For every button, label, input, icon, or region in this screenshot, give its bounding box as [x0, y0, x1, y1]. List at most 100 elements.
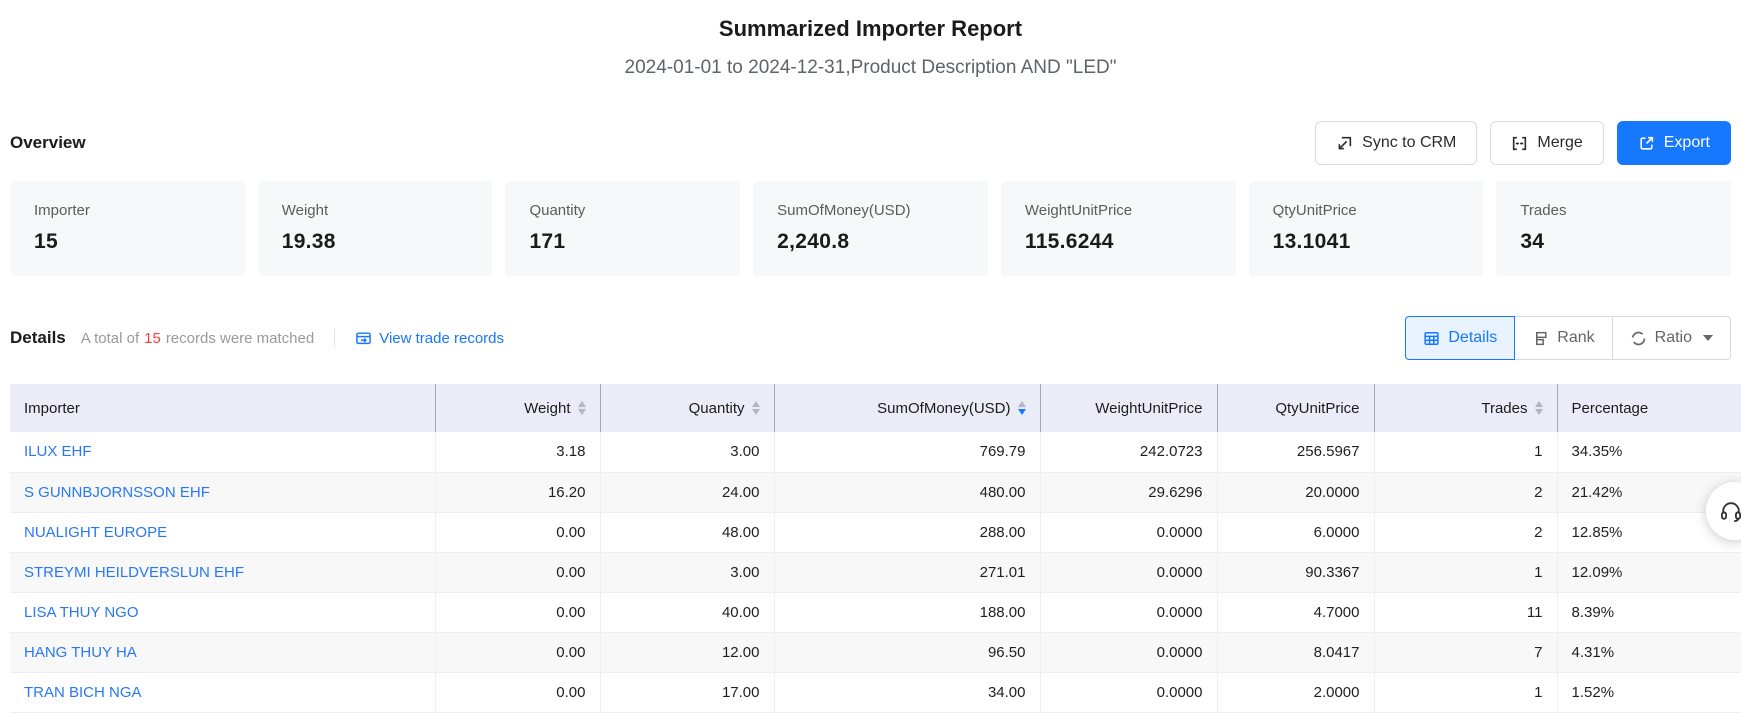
cell-qty_unit_price: 2.0000	[1217, 672, 1374, 712]
column-label: Importer	[24, 400, 80, 417]
stat-label: Importer	[34, 202, 221, 219]
stat-card: SumOfMoney(USD) 2,240.8	[753, 181, 988, 276]
overview-heading: Overview	[10, 133, 86, 153]
cell-weight_unit_price: 0.0000	[1040, 512, 1217, 552]
stat-card: WeightUnitPrice 115.6244	[1001, 181, 1236, 276]
cell-quantity: 40.00	[600, 592, 774, 632]
table-row: LISA THUY NGO0.0040.00188.000.00004.7000…	[10, 592, 1741, 632]
cell-trades: 11	[1374, 592, 1557, 632]
cell-trades: 7	[1374, 632, 1557, 672]
tab-ratio[interactable]: Ratio	[1612, 316, 1731, 360]
sort-icon[interactable]	[578, 401, 586, 415]
importer-link[interactable]: ILUX EHF	[24, 443, 92, 460]
cell-importer: S GUNNBJORNSSON EHF	[10, 472, 435, 512]
match-suffix: records were matched	[166, 330, 314, 347]
cell-weight_unit_price: 0.0000	[1040, 592, 1217, 632]
cell-percentage: 1.52%	[1557, 672, 1741, 712]
tab-details-label: Details	[1448, 329, 1497, 347]
column-header-trades[interactable]: Trades	[1374, 384, 1557, 432]
table-row: S GUNNBJORNSSON EHF16.2024.00480.0029.62…	[10, 472, 1741, 512]
cell-quantity: 3.00	[600, 432, 774, 472]
match-count: 15	[139, 330, 166, 347]
importer-link[interactable]: TRAN BICH NGA	[24, 684, 142, 701]
table-row: TRAN BICH NGA0.0017.0034.000.00002.00001…	[10, 672, 1741, 712]
cell-weight: 0.00	[435, 552, 600, 592]
cell-sum_of_money: 480.00	[774, 472, 1040, 512]
sort-icon[interactable]	[752, 401, 760, 415]
stat-value: 171	[529, 230, 716, 254]
stat-label: Quantity	[529, 202, 716, 219]
column-header-percentage: Percentage	[1557, 384, 1741, 432]
match-summary: A total of15records were matched	[81, 330, 314, 347]
table-row: HANG THUY HA0.0012.0096.500.00008.041774…	[10, 632, 1741, 672]
cell-sum_of_money: 271.01	[774, 552, 1040, 592]
cell-weight: 0.00	[435, 592, 600, 632]
cell-quantity: 48.00	[600, 512, 774, 552]
importer-link[interactable]: HANG THUY HA	[24, 644, 137, 661]
cell-qty_unit_price: 4.7000	[1217, 592, 1374, 632]
column-header-sum_of_money[interactable]: SumOfMoney(USD)	[774, 384, 1040, 432]
importer-link[interactable]: STREYMI HEILDVERSLUN EHF	[24, 564, 244, 581]
column-header-weight[interactable]: Weight	[435, 384, 600, 432]
column-header-importer: Importer	[10, 384, 435, 432]
merge-icon	[1511, 135, 1528, 152]
table-grid-icon	[1423, 330, 1440, 347]
sort-icon[interactable]	[1535, 401, 1543, 415]
cell-percentage: 4.31%	[1557, 632, 1741, 672]
page-title: Summarized Importer Report	[0, 0, 1741, 42]
merge-button[interactable]: Merge	[1490, 121, 1603, 165]
cell-sum_of_money: 288.00	[774, 512, 1040, 552]
ratio-icon	[1630, 330, 1647, 347]
cell-quantity: 24.00	[600, 472, 774, 512]
cell-percentage: 34.35%	[1557, 432, 1741, 472]
details-bar: Details A total of15records were matched…	[0, 316, 1741, 360]
stat-label: Weight	[282, 202, 469, 219]
cell-weight: 0.00	[435, 632, 600, 672]
column-label: Trades	[1481, 400, 1527, 417]
cell-sum_of_money: 34.00	[774, 672, 1040, 712]
cell-quantity: 17.00	[600, 672, 774, 712]
cell-percentage: 8.39%	[1557, 592, 1741, 632]
export-button[interactable]: Export	[1617, 121, 1731, 165]
stat-card: Trades 34	[1496, 181, 1731, 276]
view-trade-records-label: View trade records	[379, 330, 504, 347]
column-header-quantity[interactable]: Quantity	[600, 384, 774, 432]
overview-toolbar: Overview Sync to CRM Merge	[0, 121, 1741, 165]
cell-sum_of_money: 769.79	[774, 432, 1040, 472]
rank-icon	[1532, 330, 1549, 347]
sync-to-crm-button[interactable]: Sync to CRM	[1315, 121, 1477, 165]
match-prefix: A total of	[81, 330, 139, 347]
cell-weight_unit_price: 29.6296	[1040, 472, 1217, 512]
importer-link[interactable]: LISA THUY NGO	[24, 604, 139, 621]
importer-table: Importer WeightQuantitySumOfMoney(USD)Wei…	[10, 384, 1741, 713]
cell-sum_of_money: 96.50	[774, 632, 1040, 672]
sort-icon[interactable]	[1018, 401, 1026, 415]
trade-records-icon	[355, 330, 372, 347]
stat-card: Weight 19.38	[258, 181, 493, 276]
tab-details[interactable]: Details	[1405, 316, 1515, 360]
column-header-weight_unit_price: WeightUnitPrice	[1040, 384, 1217, 432]
stat-card: QtyUnitPrice 13.1041	[1249, 181, 1484, 276]
chevron-down-icon	[1703, 335, 1713, 341]
cell-quantity: 12.00	[600, 632, 774, 672]
stat-value: 34	[1520, 230, 1707, 254]
tab-rank-label: Rank	[1557, 329, 1594, 347]
merge-label: Merge	[1537, 134, 1582, 152]
cell-trades: 1	[1374, 672, 1557, 712]
cell-importer: ILUX EHF	[10, 432, 435, 472]
tab-rank[interactable]: Rank	[1514, 316, 1612, 360]
cell-importer: NUALIGHT EUROPE	[10, 512, 435, 552]
stat-value: 115.6244	[1025, 230, 1212, 254]
importer-link[interactable]: NUALIGHT EUROPE	[24, 524, 167, 541]
stat-card: Quantity 171	[505, 181, 740, 276]
cell-trades: 1	[1374, 432, 1557, 472]
sync-to-crm-label: Sync to CRM	[1362, 134, 1456, 152]
cell-weight: 0.00	[435, 512, 600, 552]
cell-importer: TRAN BICH NGA	[10, 672, 435, 712]
cell-importer: HANG THUY HA	[10, 632, 435, 672]
cell-weight: 0.00	[435, 672, 600, 712]
importer-link[interactable]: S GUNNBJORNSSON EHF	[24, 484, 210, 501]
stats-row: Importer 15 Weight 19.38 Quantity 171 Su…	[0, 181, 1741, 276]
cell-qty_unit_price: 256.5967	[1217, 432, 1374, 472]
view-trade-records-link[interactable]: View trade records	[355, 330, 504, 347]
